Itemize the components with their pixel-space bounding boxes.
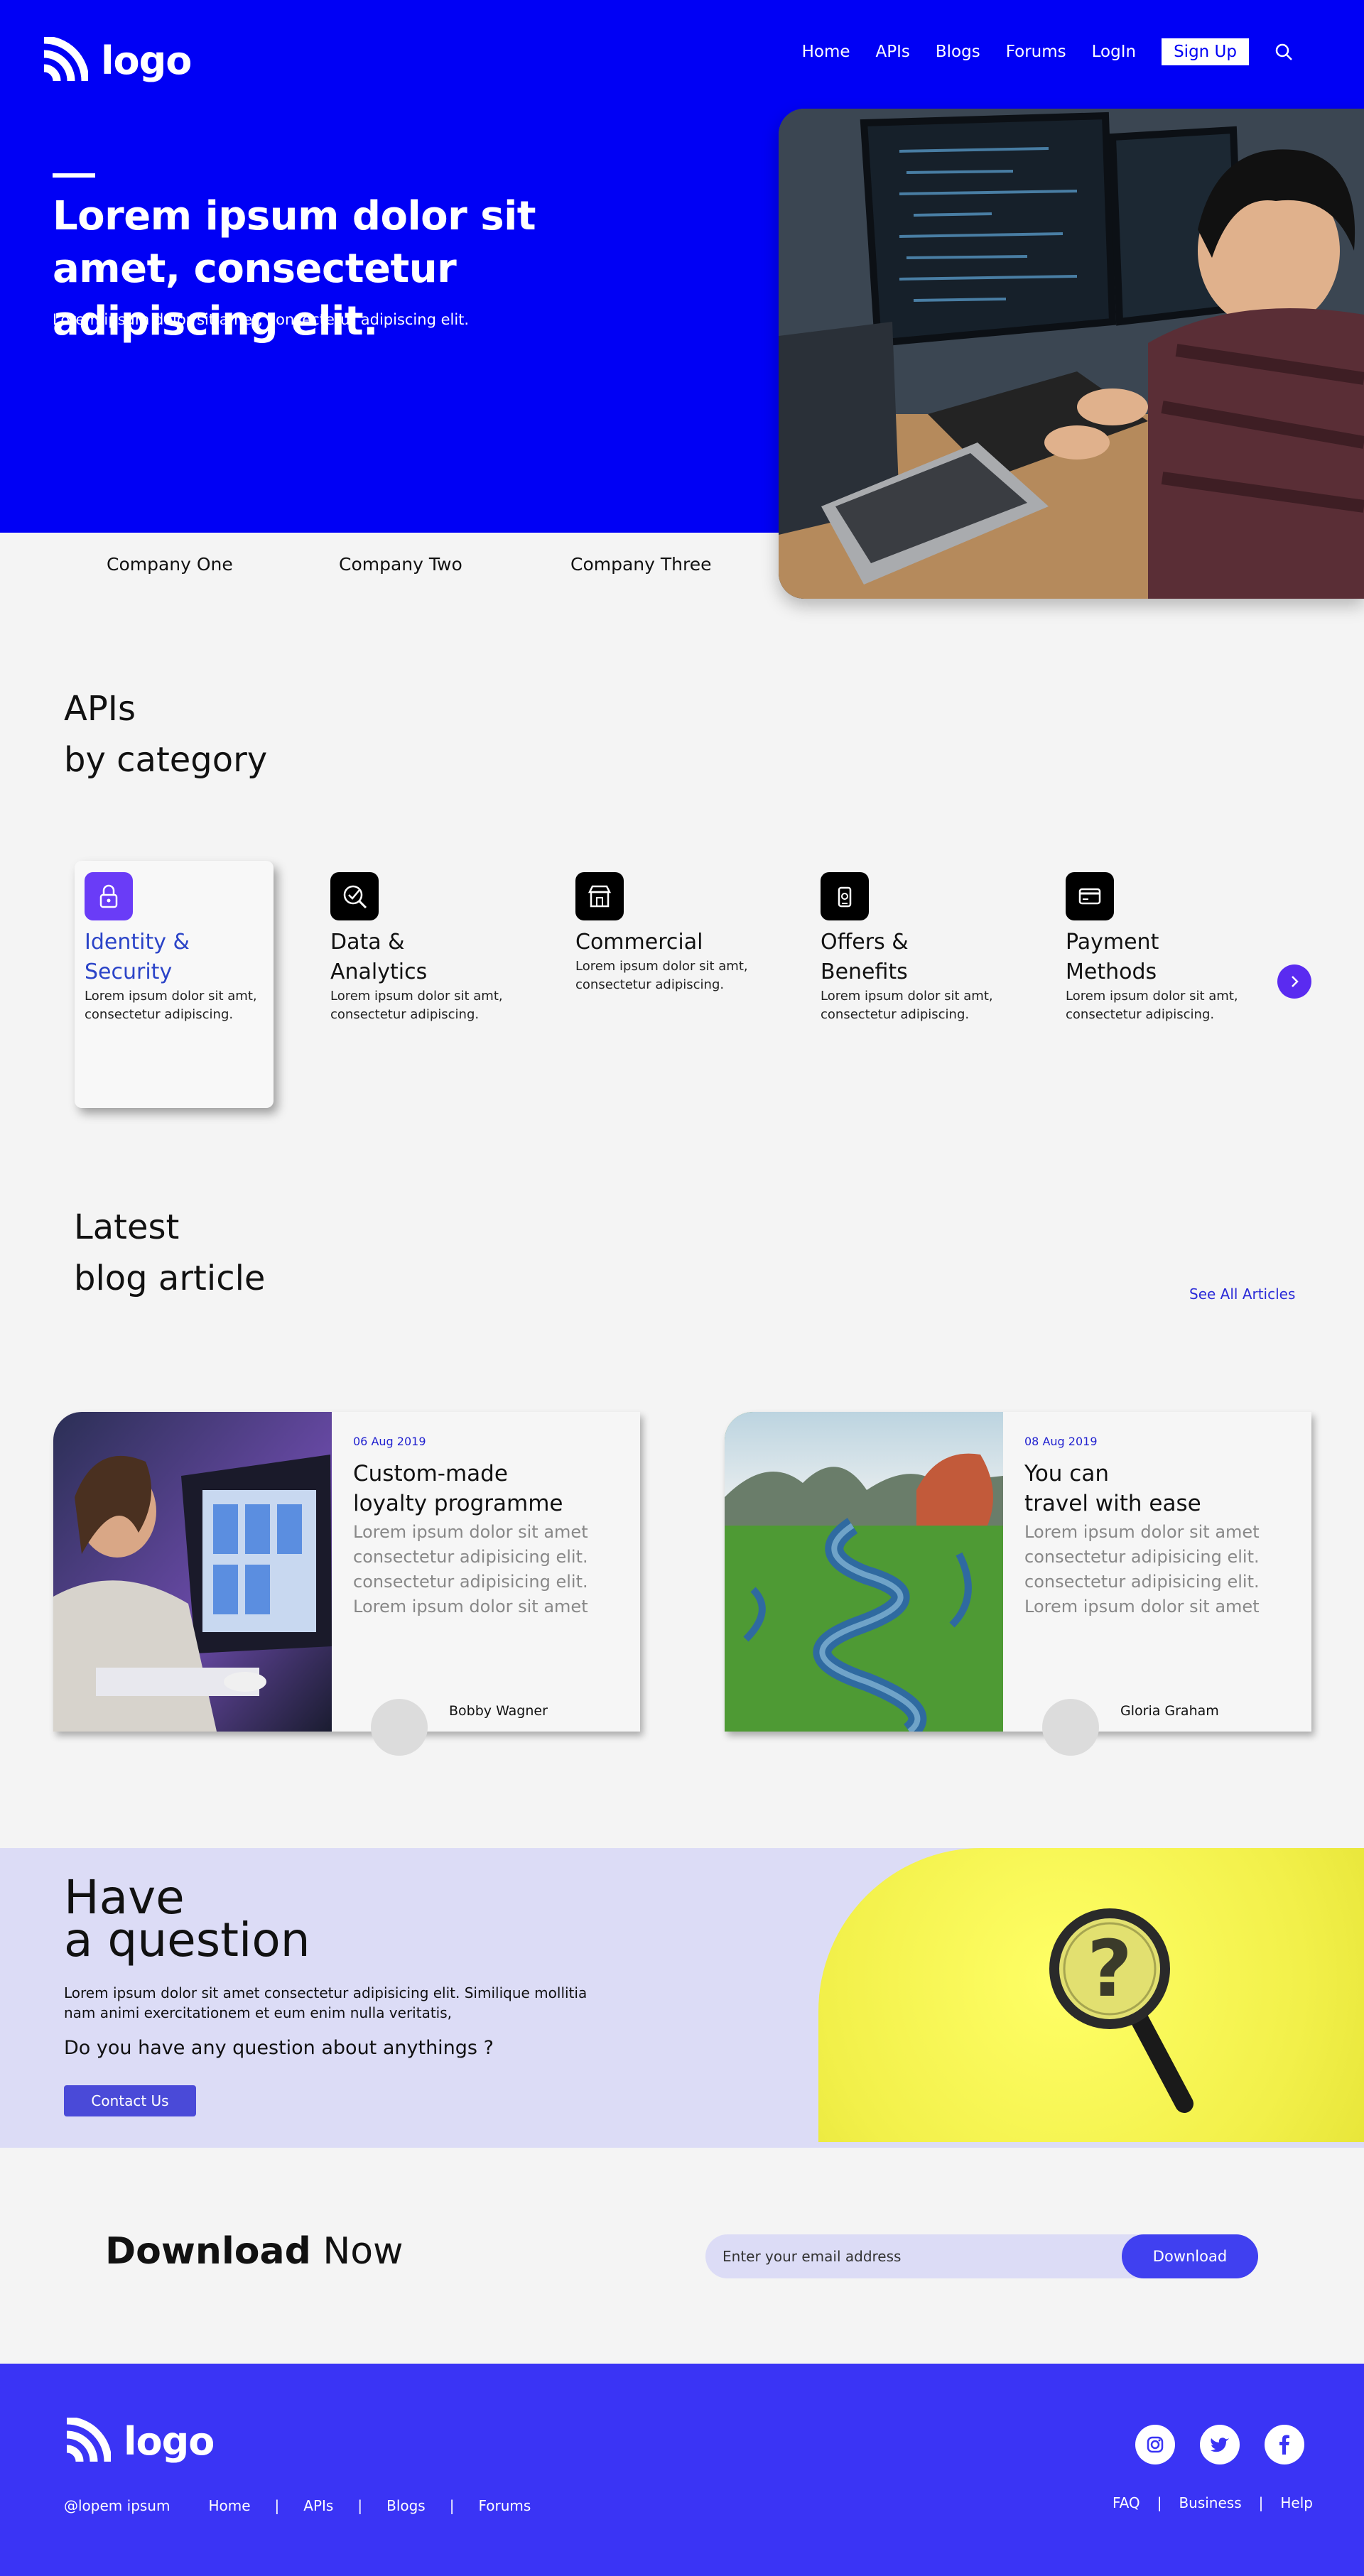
lock-icon [85,872,133,920]
logo[interactable]: logo [41,37,192,84]
hero-accent-line [53,173,95,178]
divider: | [449,2497,455,2514]
post-excerpt: Lorem ipsum dolor sit amet consectetur a… [353,1522,588,1616]
email-field[interactable] [722,2234,1063,2278]
footer: logo @lopem ipsum Home | APIs | Blogs | … [0,2364,1364,2576]
post-date: 08 Aug 2019 [1024,1435,1098,1448]
download-button[interactable]: Download [1122,2234,1258,2278]
facebook-icon[interactable] [1265,2425,1304,2464]
nav-login[interactable]: LogIn [1092,43,1136,61]
logo-text: logo [124,2418,215,2464]
post-title: You can travel with ease [1024,1461,1201,1516]
company-logo-1: Company One [107,554,233,575]
post-author: Bobby Wagner [449,1703,548,1719]
footer-link-forums[interactable]: Forums [478,2497,531,2514]
avatar [1042,1699,1099,1756]
category-name: Identity & Security [85,930,190,984]
category-desc: Lorem ipsum dolor sit amt, consectetur a… [821,989,993,1022]
question-image: ? [818,1848,1364,2142]
category-name: Payment Methods [1066,930,1159,984]
apis-title-line1: APIs [64,689,136,729]
see-all-articles-link[interactable]: See All Articles [1189,1286,1295,1303]
nav-apis[interactable]: APIs [876,43,910,61]
logo-text: logo [101,38,192,83]
hero-subtitle: Lorem ipsum dolor sit amet, consectetur … [53,311,470,328]
nav-blogs[interactable]: Blogs [936,43,980,61]
developer-at-desk-illustration [779,109,1364,599]
card-icon [1066,872,1114,920]
email-signup-form: Download [705,2234,1258,2278]
blog-section-title: Latest blog article [74,1202,265,1304]
post-author: Gloria Graham [1120,1703,1219,1719]
apis-title-line2: by category [64,740,268,780]
post-title: Custom-made loyalty programme [353,1461,563,1516]
divider: | [1157,2494,1162,2511]
chevron-right-icon [1292,976,1299,987]
divider: | [1258,2494,1264,2511]
footer-secondary-nav: FAQ | Business | Help [1113,2494,1313,2511]
category-card-offers-benefits[interactable]: Offers & Benefits Lorem ipsum dolor sit a… [811,861,1010,1108]
footer-link-blogs[interactable]: Blogs [386,2497,426,2514]
main-nav: Home APIs Blogs Forums LogIn Sign Up [802,38,1293,65]
divider: | [274,2497,280,2514]
post-excerpt: Lorem ipsum dolor sit amet consectetur a… [1024,1522,1260,1616]
category-name: Offers & Benefits [821,930,909,984]
signup-button[interactable]: Sign Up [1162,38,1249,65]
divider: | [357,2497,363,2514]
company-logo-2: Company Two [339,554,462,575]
category-name: Data & Analytics [330,930,428,984]
svg-text:?: ? [1087,1923,1132,2014]
download-title: Download Now [105,2230,404,2273]
analytics-icon [330,872,379,920]
footer-nav: @lopem ipsum Home | APIs | Blogs | Forum… [64,2497,531,2514]
nav-forums[interactable]: Forums [1006,43,1066,61]
post-date: 06 Aug 2019 [353,1435,426,1448]
category-desc: Lorem ipsum dolor sit amt, consectetur a… [330,989,503,1022]
category-card-identity-security[interactable]: Identity & Security Lorem ipsum dolor sit… [75,861,274,1108]
footer-handle: @lopem ipsum [64,2497,170,2514]
logo-icon [43,37,88,82]
blog-post-image [725,1412,1003,1732]
question-title: Have a question [64,1870,310,1967]
category-desc: Lorem ipsum dolor sit amt, consectetur a… [1066,989,1238,1022]
footer-logo[interactable]: logo [64,2418,215,2464]
avatar [371,1699,428,1756]
footer-link-faq[interactable]: FAQ [1113,2494,1140,2511]
company-logo-3: Company Three [570,554,712,575]
instagram-icon[interactable] [1135,2425,1175,2464]
blog-post-card[interactable]: 06 Aug 2019 Custom-made loyalty programme… [53,1412,640,1756]
hero-image [779,109,1364,599]
footer-link-home[interactable]: Home [208,2497,250,2514]
category-next-button[interactable] [1277,964,1311,999]
search-icon[interactable] [1274,43,1293,61]
category-card-data-analytics[interactable]: Data & Analytics Lorem ipsum dolor sit am… [320,861,519,1108]
category-desc: Lorem ipsum dolor sit amt, consectetur a… [85,989,257,1022]
twitter-icon[interactable] [1200,2425,1240,2464]
question-text: Lorem ipsum dolor sit amet consectetur a… [64,1984,588,2021]
blog-post-image [53,1412,332,1732]
footer-link-business[interactable]: Business [1179,2494,1241,2511]
apis-section-title: APIs by category [64,683,267,786]
blog-post-card[interactable]: 08 Aug 2019 You can travel with ease Lore… [725,1412,1311,1756]
blog-title-line2: blog article [74,1259,266,1298]
question-section: Have a question Lorem ipsum dolor sit ame… [0,1848,1364,2148]
nav-home[interactable]: Home [802,43,850,61]
contact-us-button[interactable]: Contact Us [64,2085,196,2116]
category-name: Commercial [575,930,703,955]
category-card-commercial[interactable]: Commercial Lorem ipsum dolor sit amt, co… [565,861,764,1108]
logo-icon [66,2418,111,2462]
footer-link-apis[interactable]: APIs [303,2497,333,2514]
gift-icon [821,872,869,920]
category-desc: Lorem ipsum dolor sit amt, consectetur a… [575,959,748,992]
footer-link-help[interactable]: Help [1280,2494,1313,2511]
blog-title-line1: Latest [74,1207,180,1247]
store-icon [575,872,624,920]
category-card-payment-methods[interactable]: Payment Methods Lorem ipsum dolor sit amt… [1056,861,1255,1108]
question-prompt: Do you have any question about anythings… [64,2037,494,2059]
